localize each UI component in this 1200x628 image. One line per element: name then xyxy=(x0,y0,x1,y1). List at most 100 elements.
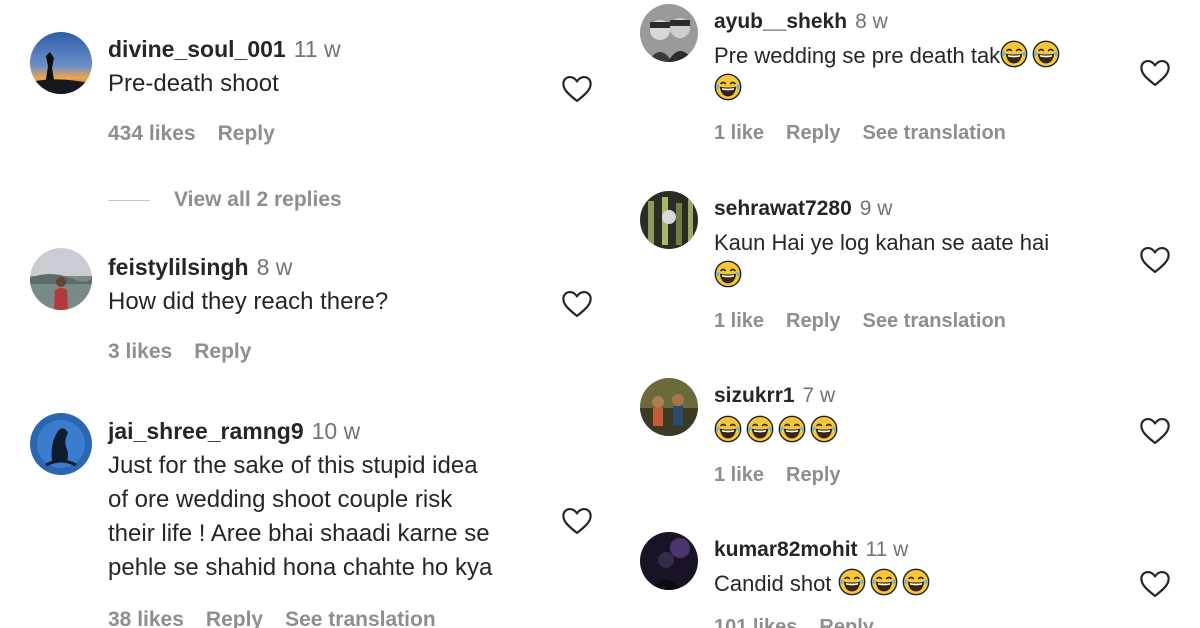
heart-outline-icon xyxy=(1140,247,1170,274)
like-heart-icon[interactable] xyxy=(560,288,594,318)
like-heart-icon[interactable] xyxy=(1138,244,1172,274)
reply-button[interactable]: Reply xyxy=(786,122,840,144)
likes-count[interactable]: 3 likes xyxy=(108,340,172,363)
avatar-illustration-blue xyxy=(30,413,92,475)
see-translation-button[interactable]: See translation xyxy=(863,310,1006,332)
reply-button[interactable]: Reply xyxy=(194,340,251,363)
view-replies-button[interactable]: View all 2 replies xyxy=(108,188,342,212)
username[interactable]: kumar82mohit xyxy=(714,538,858,561)
comment-actions: 101 likes Reply... xyxy=(714,616,935,628)
timestamp[interactable]: 8 w xyxy=(257,254,293,280)
avatar[interactable] xyxy=(30,413,92,475)
face-with-tears-of-joy-emoji xyxy=(810,415,838,443)
likes-count[interactable]: 1 like xyxy=(714,464,764,486)
reply-button[interactable]: Reply xyxy=(786,464,840,486)
comment-header: ayub__shekh 8 w xyxy=(714,10,888,34)
face-with-tears-of-joy-emoji xyxy=(902,568,930,596)
avatar-photo-two-people xyxy=(640,4,698,62)
avatar[interactable] xyxy=(640,4,698,62)
like-heart-icon[interactable] xyxy=(1138,568,1172,598)
like-heart-icon[interactable] xyxy=(560,73,594,103)
comment-actions: 38 likes Reply See translation xyxy=(108,608,458,628)
comments-column-right: ayub__shekh 8 w Pre wedding se pre death … xyxy=(604,0,1200,628)
avatar[interactable] xyxy=(640,191,698,249)
avatar-photo-person-landscape xyxy=(30,248,92,310)
comment-text-line: Kaun Hai ye log kahan se aate hai xyxy=(714,230,1050,255)
comment-text: Kaun Hai ye log kahan se aate hai xyxy=(714,226,1049,292)
avatar[interactable] xyxy=(640,378,698,436)
face-with-tears-of-joy-emoji xyxy=(1000,40,1028,68)
like-heart-icon[interactable] xyxy=(560,505,594,535)
comment-text: How did they reach there? xyxy=(108,285,388,319)
likes-count[interactable]: 1 like xyxy=(714,122,764,144)
comment-text-line: Just for the sake of this stupid idea xyxy=(108,452,478,479)
comment-header: divine_soul_001 11 w xyxy=(108,36,341,63)
comment-text: Candid shot xyxy=(714,567,934,600)
comment-text-line: Candid shot xyxy=(714,571,832,596)
username[interactable]: sehrawat7280 xyxy=(714,197,852,220)
reply-button[interactable]: Reply xyxy=(819,616,873,628)
view-replies-label: View all 2 replies xyxy=(174,188,342,211)
face-with-tears-of-joy-emoji xyxy=(778,415,806,443)
comment-text-line: Pre-death shoot xyxy=(108,70,279,97)
face-with-tears-of-joy-emoji xyxy=(1032,40,1060,68)
comment-text-line: of ore wedding shoot couple risk xyxy=(108,486,453,513)
timestamp[interactable]: 9 w xyxy=(860,197,893,220)
comment-actions: 1 like Reply See translation xyxy=(714,122,1028,145)
comment-actions: 1 like Reply See translation xyxy=(714,310,1028,333)
timestamp[interactable]: 8 w xyxy=(855,10,888,33)
comment-text xyxy=(714,414,842,447)
avatar[interactable] xyxy=(30,248,92,310)
comment-text-line: How did they reach there? xyxy=(108,288,389,315)
timestamp[interactable]: 11 w xyxy=(866,538,909,561)
username[interactable]: divine_soul_001 xyxy=(108,36,286,62)
comment-text: Just for the sake of this stupid idea of… xyxy=(108,449,492,585)
comment-header: jai_shree_ramng9 10 w xyxy=(108,418,360,445)
comments-column-left: divine_soul_001 11 w Pre-death shoot 434 … xyxy=(0,0,600,628)
replies-divider-line xyxy=(108,199,150,201)
reply-button[interactable]: Reply xyxy=(218,122,275,145)
avatar[interactable] xyxy=(30,32,92,94)
likes-count[interactable]: 434 likes xyxy=(108,122,196,145)
username[interactable]: sizukrr1 xyxy=(714,384,795,407)
heart-outline-icon xyxy=(562,76,592,103)
timestamp[interactable]: 10 w xyxy=(312,418,361,444)
face-with-tears-of-joy-emoji xyxy=(838,568,866,596)
reply-button[interactable]: Reply xyxy=(206,608,263,628)
comment-text: Pre wedding se pre death tak xyxy=(714,39,1064,105)
comment-header: sehrawat7280 9 w xyxy=(714,197,892,221)
heart-outline-icon xyxy=(1140,60,1170,87)
comment-actions: 3 likes Reply xyxy=(108,340,273,364)
comment-text: Pre-death shoot xyxy=(108,67,279,101)
heart-outline-icon xyxy=(562,508,592,535)
username[interactable]: jai_shree_ramng9 xyxy=(108,418,304,444)
comment-header: feistylilsingh 8 w xyxy=(108,254,292,281)
emoji-group xyxy=(838,568,934,596)
comment-text-line: pehle se shahid hona chahte ho kya xyxy=(108,554,493,581)
comment-actions: 434 likes Reply xyxy=(108,122,297,146)
username[interactable]: ayub__shekh xyxy=(714,10,847,33)
see-translation-button[interactable]: See translation xyxy=(285,608,436,628)
see-translation-button[interactable]: See translation xyxy=(863,122,1006,144)
like-heart-icon[interactable] xyxy=(1138,415,1172,445)
timestamp[interactable]: 7 w xyxy=(803,384,836,407)
face-with-tears-of-joy-emoji xyxy=(714,260,742,288)
emoji-group xyxy=(1000,40,1064,68)
emoji-group xyxy=(714,415,842,443)
timestamp[interactable]: 11 w xyxy=(294,36,341,62)
face-with-tears-of-joy-emoji xyxy=(870,568,898,596)
likes-count[interactable]: 101 likes xyxy=(714,616,797,628)
emoji-group xyxy=(714,260,746,288)
reply-button[interactable]: Reply xyxy=(786,310,840,332)
username[interactable]: feistylilsingh xyxy=(108,254,249,280)
likes-count[interactable]: 38 likes xyxy=(108,608,184,628)
avatar-photo-dark-purple xyxy=(640,532,698,590)
likes-count[interactable]: 1 like xyxy=(714,310,764,332)
more-options-button[interactable]: ... xyxy=(896,616,913,628)
heart-outline-icon xyxy=(562,291,592,318)
comment-header: sizukrr1 7 w xyxy=(714,384,835,408)
like-heart-icon[interactable] xyxy=(1138,57,1172,87)
avatar[interactable] xyxy=(640,532,698,590)
face-with-tears-of-joy-emoji xyxy=(746,415,774,443)
avatar-photo-sunset xyxy=(30,32,92,94)
